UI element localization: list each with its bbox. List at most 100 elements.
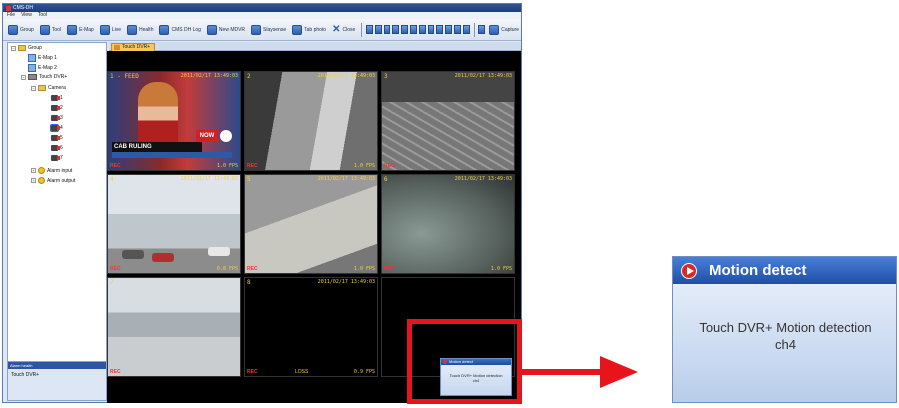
- rec-indicator: REC: [247, 163, 258, 169]
- toolbar-separator-2: [473, 22, 475, 37]
- camera-number: 6: [384, 176, 388, 183]
- tree-channel-label: 2: [60, 105, 63, 111]
- camera-cell-3[interactable]: 3 2011/02/17 13:49:03 REC: [381, 71, 515, 171]
- tree-dvr-label: Touch DVR+: [39, 74, 68, 80]
- toolbar-emap-button[interactable]: E-Map: [65, 24, 96, 36]
- mdvr-icon: [206, 24, 217, 35]
- tree-channel-6[interactable]: 6: [51, 145, 63, 151]
- camera-cell-8[interactable]: 8 2011/02/17 13:49:03 REC LOSS 0.9 FPS: [244, 277, 378, 377]
- layout-3x3-icon[interactable]: [383, 25, 391, 34]
- tree-group[interactable]: − Group: [11, 45, 42, 51]
- camera-cell-5[interactable]: 5 2011/02/17 13:49:03 REC 1.0 FPS: [244, 174, 378, 274]
- sequence-icon[interactable]: [478, 25, 486, 34]
- tab-touch-dvr[interactable]: Touch DVR+: [111, 43, 156, 51]
- camera-cell-2[interactable]: 2 2011/02/17 13:49:03 REC 1.0 FPS: [244, 71, 378, 171]
- camera-cell-6[interactable]: 6 2011/02/17 13:49:03 REC 1.0 FPS: [381, 174, 515, 274]
- tree-channel-5[interactable]: 5: [51, 135, 63, 141]
- layout-5x5-icon[interactable]: [401, 25, 409, 34]
- layout-custom-icon[interactable]: [454, 25, 461, 34]
- tree-channel-4[interactable]: 4: [50, 124, 63, 132]
- menu-bar: File View Tool: [3, 12, 521, 19]
- tree-channel-label: 4: [60, 125, 63, 131]
- title-bar: CMS-DH: [3, 4, 521, 12]
- toolbar-close-button[interactable]: ✕ Close: [330, 24, 357, 36]
- camera-icon: [51, 145, 60, 151]
- camera-timestamp: 2011/02/17 13:49:03: [317, 279, 375, 285]
- menu-view[interactable]: View: [21, 12, 32, 19]
- toolbar-tab-photo-button[interactable]: Tab photo: [290, 24, 328, 36]
- layout-2-8-icon[interactable]: [445, 25, 453, 34]
- zoomed-popup-body: Touch DVR+ Motion detection ch4: [673, 319, 896, 353]
- layout-2x2-icon[interactable]: [374, 25, 382, 34]
- menu-tool[interactable]: Tool: [38, 12, 47, 19]
- layout-1-12-icon[interactable]: [436, 25, 444, 34]
- menu-file[interactable]: File: [7, 12, 15, 19]
- collapse-icon[interactable]: −: [21, 74, 26, 80]
- map-icon: [28, 64, 36, 72]
- tree-channel-3[interactable]: 3: [51, 115, 63, 121]
- tree-channel-7[interactable]: 7: [51, 155, 63, 161]
- camera-icon: [51, 155, 60, 161]
- video-tab-strip: Touch DVR+: [109, 42, 521, 51]
- parked-car: [152, 253, 174, 262]
- toolbar-tab-photo-label: Tab photo: [304, 26, 327, 33]
- tree-emap-2-label: E-Map 2: [38, 65, 57, 71]
- zoomed-popup-header: Motion detect: [673, 257, 896, 284]
- tree-camera-folder[interactable]: − Camera: [31, 85, 66, 91]
- tree-dvr[interactable]: − Touch DVR+: [21, 74, 67, 80]
- device-tree: − Group E-Map 1 E-Map 2 − Touch DVR+ − C…: [7, 42, 107, 401]
- alarm-health-panel: Alarm health Touch DVR+: [7, 361, 107, 401]
- tree-channel-2[interactable]: 2: [51, 105, 63, 111]
- log-icon: [159, 24, 170, 35]
- tree-alarm-output[interactable]: + Alarm output: [31, 177, 75, 184]
- toolbar-group-button[interactable]: Group: [6, 24, 36, 36]
- rec-indicator: REC: [110, 369, 121, 375]
- camera-number: 1 - FEED: [110, 73, 139, 80]
- rec-indicator: REC: [110, 163, 121, 169]
- camera-icon: [51, 135, 60, 141]
- collapse-icon[interactable]: −: [11, 45, 16, 51]
- app-icon: [6, 5, 11, 11]
- layout-1-5-icon[interactable]: [418, 25, 426, 34]
- camera-cell-7[interactable]: 7 REC: [107, 277, 241, 377]
- news-lower-third: CAB RULING: [112, 142, 202, 152]
- rec-indicator: REC: [247, 369, 258, 375]
- layout-4x4-icon[interactable]: [392, 25, 400, 34]
- toolbar-slaysense-button[interactable]: Slaysense: [249, 24, 288, 36]
- camera-cell-4[interactable]: 4 2011/02/17 13:49:03 REC 0.8 FPS: [107, 174, 241, 274]
- expand-icon[interactable]: +: [31, 178, 36, 183]
- folder-icon: [18, 45, 26, 51]
- rec-indicator: REC: [247, 266, 258, 272]
- camera-timestamp: 2011/02/17 13:49:03: [180, 73, 238, 79]
- camera-fps: 1.0 FPS: [490, 266, 512, 272]
- camera-cell-1[interactable]: CAB RULING NOW 1 - FEED 2011/02/17 13:49…: [107, 71, 241, 171]
- toolbar-new-mdvr-button[interactable]: New MDVR: [205, 24, 247, 36]
- tool-icon: [39, 24, 50, 35]
- toolbar-log-button[interactable]: CMS DH Log: [157, 24, 202, 36]
- camera-fps: 1.0 FPS: [353, 163, 375, 169]
- camera-number: 8: [247, 279, 251, 286]
- layout-1x1-icon[interactable]: [365, 25, 373, 34]
- tree-alarm-input[interactable]: + Alarm input: [31, 167, 72, 174]
- alarm-output-icon: [38, 177, 45, 184]
- layout-1-7-icon[interactable]: [427, 25, 435, 34]
- tree-emap-1-label: E-Map 1: [38, 55, 57, 61]
- tree-channel-1[interactable]: 1: [51, 95, 63, 101]
- expand-icon[interactable]: +: [31, 168, 36, 173]
- collapse-icon[interactable]: −: [31, 85, 36, 91]
- toolbar-health-button[interactable]: Health: [125, 24, 155, 36]
- tree-emap-2[interactable]: E-Map 2: [28, 64, 57, 72]
- toolbar-capture-button[interactable]: Capture: [487, 24, 521, 36]
- tree-channel-label: 6: [60, 145, 63, 151]
- toolbar-live-button[interactable]: Live: [98, 24, 123, 36]
- camera-fps: 1.0 FPS: [353, 266, 375, 272]
- toolbar-new-mdvr-label: New MDVR: [218, 26, 246, 33]
- toolbar-close-label: Close: [342, 26, 356, 33]
- motion-detect-popup-zoomed: Motion detect Touch DVR+ Motion detectio…: [672, 256, 897, 403]
- layout-6x6-icon[interactable]: [410, 25, 417, 34]
- toolbar-tool-button[interactable]: Tool: [38, 24, 63, 36]
- fullscreen-icon[interactable]: [462, 25, 470, 34]
- tree-emap-1[interactable]: E-Map 1: [28, 54, 57, 62]
- tree-channel-label: 7: [60, 155, 63, 161]
- callout-highlight-box: [407, 319, 522, 404]
